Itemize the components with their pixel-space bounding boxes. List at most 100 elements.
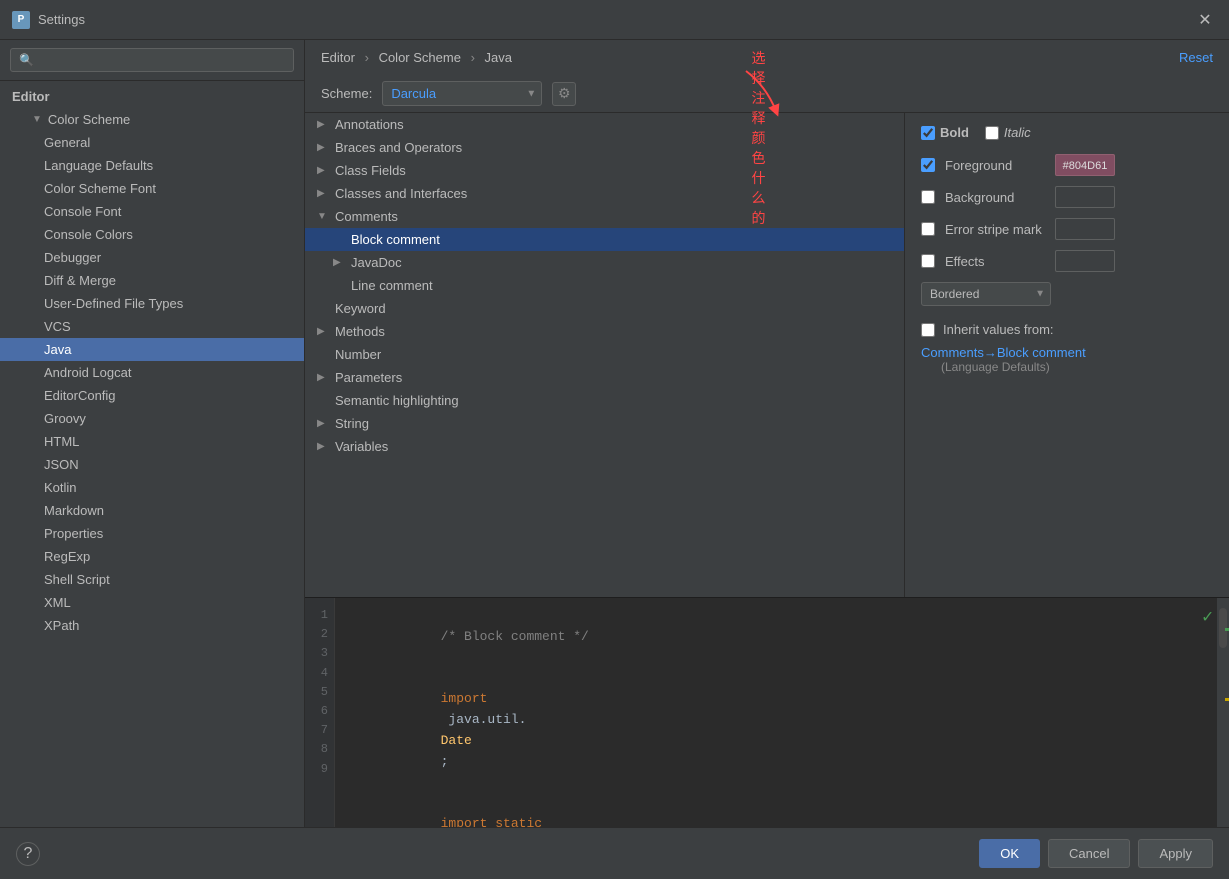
sidebar-item-vcs[interactable]: VCS (0, 315, 304, 338)
ok-button[interactable]: OK (979, 839, 1040, 868)
sidebar-item-label: Language Defaults (44, 158, 153, 173)
tree-item-braces[interactable]: ▶ Braces and Operators (305, 136, 904, 159)
effects-row: Effects (921, 250, 1213, 272)
tree-item-variables[interactable]: ▶ Variables (305, 435, 904, 458)
breadcrumb-sep1: › (365, 50, 369, 65)
sidebar-item-regexp[interactable]: RegExp (0, 545, 304, 568)
tree-item-keyword[interactable]: Keyword (305, 297, 904, 320)
foreground-checkbox[interactable] (921, 158, 935, 172)
tree-item-javadoc[interactable]: ▶ JavaDoc (305, 251, 904, 274)
close-button[interactable]: ✕ (1193, 8, 1217, 32)
background-label: Background (945, 190, 1045, 205)
reset-button[interactable]: Reset (1179, 50, 1213, 65)
sidebar-item-debugger[interactable]: Debugger (0, 246, 304, 269)
expand-icon: ▶ (317, 418, 329, 429)
effects-color-picker[interactable] (1055, 250, 1115, 272)
expand-icon: ▶ (317, 372, 329, 383)
sidebar-item-color-scheme[interactable]: ▼ Color Scheme (0, 108, 304, 131)
error-stripe-checkbox[interactable] (921, 222, 935, 236)
sidebar-item-shell-script[interactable]: Shell Script (0, 568, 304, 591)
bold-checkbox[interactable] (921, 126, 935, 140)
expand-icon: ▼ (32, 114, 42, 125)
sidebar-item-label: Shell Script (44, 572, 110, 587)
inherit-checkbox[interactable] (921, 323, 935, 337)
code-gutter: 1 2 3 4 5 6 7 8 9 (305, 598, 335, 827)
sidebar-item-android-logcat[interactable]: Android Logcat (0, 361, 304, 384)
sidebar-item-markdown[interactable]: Markdown (0, 499, 304, 522)
expand-icon: ▶ (317, 165, 329, 176)
effects-checkbox[interactable] (921, 254, 935, 268)
italic-checkbox[interactable] (985, 126, 999, 140)
tree-item-classes-interfaces[interactable]: ▶ Classes and Interfaces (305, 182, 904, 205)
expand-icon: ▶ (317, 441, 329, 452)
tree-item-number[interactable]: Number (305, 343, 904, 366)
sidebar-item-xml[interactable]: XML (0, 591, 304, 614)
background-color-picker[interactable] (1055, 186, 1115, 208)
sidebar-item-label: Java (44, 342, 71, 357)
foreground-color-picker[interactable]: #804D61 (1055, 154, 1115, 176)
tree-item-label: Number (335, 347, 381, 362)
cancel-button[interactable]: Cancel (1048, 839, 1130, 868)
sidebar-item-console-font[interactable]: Console Font (0, 200, 304, 223)
sidebar-item-console-colors[interactable]: Console Colors (0, 223, 304, 246)
sidebar-item-label: Android Logcat (44, 365, 131, 380)
effects-label: Effects (945, 254, 1045, 269)
sidebar-item-diff-merge[interactable]: Diff & Merge (0, 269, 304, 292)
italic-label: Italic (1004, 125, 1031, 140)
tree-item-label: Braces and Operators (335, 140, 462, 155)
sidebar-item-user-defined[interactable]: User-Defined File Types (0, 292, 304, 315)
sidebar-item-label: Groovy (44, 411, 86, 426)
sidebar-item-groovy[interactable]: Groovy (0, 407, 304, 430)
sidebar-item-java[interactable]: Java (0, 338, 304, 361)
scheme-gear-button[interactable]: ⚙ (552, 82, 576, 106)
sidebar-item-editorconfig[interactable]: EditorConfig (0, 384, 304, 407)
style-checks: Bold Italic (921, 125, 1213, 140)
tree-item-label: Keyword (335, 301, 386, 316)
code-preview: 1 2 3 4 5 6 7 8 9 /* Block comment */ im… (305, 597, 1229, 827)
sidebar-item-json[interactable]: JSON (0, 453, 304, 476)
title-bar: P Settings ✕ (0, 0, 1229, 40)
tree-item-methods[interactable]: ▶ Methods (305, 320, 904, 343)
tree-item-comments[interactable]: ▼ Comments (305, 205, 904, 228)
inherit-link[interactable]: Comments→Block comment (921, 345, 1086, 360)
sidebar-item-general[interactable]: General (0, 131, 304, 154)
code-scrollbar[interactable]: ✓ (1217, 598, 1229, 827)
tree-item-class-fields[interactable]: ▶ Class Fields (305, 159, 904, 182)
app-icon: P (12, 11, 30, 29)
tree-item-annotations[interactable]: ▶ Annotations (305, 113, 904, 136)
tree-item-block-comment[interactable]: Block comment (305, 228, 904, 251)
search-input[interactable] (10, 48, 294, 72)
background-checkbox[interactable] (921, 190, 935, 204)
inherit-section: Inherit values from: Comments→Block comm… (921, 322, 1213, 374)
sidebar: Editor ▼ Color Scheme General Language D… (0, 40, 305, 827)
sidebar-item-label: Console Colors (44, 227, 133, 242)
tree-item-label: Semantic highlighting (335, 393, 459, 408)
sidebar-item-label: RegExp (44, 549, 90, 564)
sidebar-item-kotlin[interactable]: Kotlin (0, 476, 304, 499)
sidebar-item-xpath[interactable]: XPath (0, 614, 304, 637)
bold-label: Bold (940, 125, 969, 140)
help-button[interactable]: ? (16, 842, 40, 866)
sidebar-item-label: XPath (44, 618, 79, 633)
effects-dropdown-container: Bordered Underline Bold underline Underw… (921, 282, 1213, 306)
sidebar-item-color-scheme-font[interactable]: Color Scheme Font (0, 177, 304, 200)
error-stripe-color-picker[interactable] (1055, 218, 1115, 240)
effects-select-wrapper: Bordered Underline Bold underline Underw… (921, 282, 1051, 306)
breadcrumb-editor: Editor (321, 50, 355, 65)
sidebar-item-html[interactable]: HTML (0, 430, 304, 453)
tree-item-label: Methods (335, 324, 385, 339)
effects-type-select[interactable]: Bordered Underline Bold underline Underw… (921, 282, 1051, 306)
sidebar-item-label: Color Scheme (48, 112, 130, 127)
tree-item-semantic-highlighting[interactable]: Semantic highlighting (305, 389, 904, 412)
tree-item-parameters[interactable]: ▶ Parameters (305, 366, 904, 389)
bold-check[interactable]: Bold (921, 125, 969, 140)
sidebar-item-language-defaults[interactable]: Language Defaults (0, 154, 304, 177)
sidebar-item-properties[interactable]: Properties (0, 522, 304, 545)
code-span: import (441, 691, 488, 706)
tree-item-string[interactable]: ▶ String (305, 412, 904, 435)
sidebar-item-label: Color Scheme Font (44, 181, 156, 196)
tree-item-line-comment[interactable]: Line comment (305, 274, 904, 297)
apply-button[interactable]: Apply (1138, 839, 1213, 868)
italic-check[interactable]: Italic (985, 125, 1031, 140)
scheme-select[interactable]: Darcula Default High contrast Monokai (382, 81, 542, 106)
